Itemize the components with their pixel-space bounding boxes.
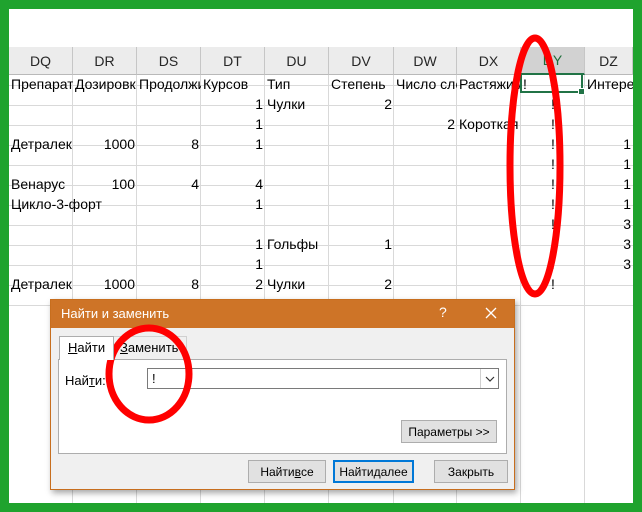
header-cell[interactable]: Степень	[329, 74, 394, 94]
header-cell[interactable]: Курсов	[201, 74, 265, 94]
table-cell[interactable]: 8	[137, 134, 201, 154]
tab-find-label-key: Н	[68, 340, 78, 355]
table-cell[interactable]: Гольфы	[265, 234, 329, 254]
table-cell[interactable]: 1	[201, 234, 265, 254]
fill-handle-icon[interactable]	[578, 88, 585, 95]
column-header-dr[interactable]: DR	[73, 47, 137, 75]
table-cell[interactable]: 2	[329, 94, 394, 114]
table-cell[interactable]: Чулки	[265, 94, 329, 114]
table-cell[interactable]: !	[521, 234, 585, 254]
table-cell[interactable]: !	[521, 254, 585, 274]
find-next-label-pre: Найти	[339, 464, 374, 479]
find-label-pre: Най	[65, 373, 89, 388]
column-header-dz[interactable]: DZ	[585, 47, 633, 75]
table-cell[interactable]: 2	[329, 274, 394, 294]
table-cell[interactable]: !	[521, 94, 585, 114]
find-all-button[interactable]: Найти в се	[248, 460, 326, 483]
find-next-label-key: д	[373, 464, 381, 479]
table-cell[interactable]: 100	[73, 174, 137, 194]
table-cell[interactable]: !	[521, 194, 585, 214]
table-cell[interactable]: Детралек	[9, 274, 73, 294]
column-header-dq[interactable]: DQ	[9, 47, 73, 75]
tab-replace-label-post: аменить	[127, 340, 179, 355]
column-header-dw[interactable]: DW	[394, 47, 457, 75]
tab-find[interactable]: Найти	[59, 336, 115, 360]
table-cell[interactable]: !	[521, 274, 585, 294]
table-cell[interactable]: !	[521, 154, 585, 174]
table-cell[interactable]: 1	[201, 94, 265, 114]
table-cell[interactable]: Короткая	[457, 114, 521, 134]
find-all-label-post: се	[300, 464, 314, 479]
active-cell-selection[interactable]	[520, 73, 585, 95]
find-input[interactable]: !	[147, 368, 499, 389]
table-cell[interactable]: 1000	[73, 274, 137, 294]
tab-find-label-post: айти	[77, 340, 106, 355]
tab-replace[interactable]: Заменить	[111, 336, 188, 358]
header-cell[interactable]: Продолжи	[137, 74, 201, 94]
table-cell[interactable]: 1	[329, 234, 394, 254]
column-header-dx[interactable]: DX	[457, 47, 521, 75]
dialog-title: Найти и заменить	[61, 306, 170, 321]
table-cell[interactable]: 1	[201, 114, 265, 134]
header-cell[interactable]: Растяжим	[457, 74, 521, 94]
table-cell[interactable]: 4	[201, 174, 265, 194]
table-cell[interactable]: Венарус	[9, 174, 73, 194]
table-cell[interactable]: !	[521, 174, 585, 194]
column-header-dy[interactable]: DY	[521, 47, 585, 75]
header-cell[interactable]: Число сло	[394, 74, 457, 94]
table-cell[interactable]: 8	[137, 274, 201, 294]
find-next-button[interactable]: Найти д алее	[333, 460, 414, 483]
table-cell[interactable]: 1	[201, 254, 265, 274]
dialog-title-bar[interactable]: Найти и заменить ?	[51, 300, 514, 328]
tab-replace-label-key: З	[120, 340, 128, 355]
table-cell[interactable]: 1	[201, 194, 265, 214]
dropdown-arrow-icon[interactable]	[480, 369, 498, 388]
table-cell[interactable]: 2	[201, 274, 265, 294]
table-cell[interactable]: Детралек	[9, 134, 73, 154]
find-label: Найти:	[65, 373, 106, 388]
table-cell[interactable]: !	[521, 214, 585, 234]
help-button[interactable]: ?	[439, 304, 447, 320]
options-button[interactable]: Параметры >>	[401, 420, 497, 443]
find-replace-dialog: Найти и заменить ? Найти Заменить Найти:…	[50, 299, 515, 490]
header-cell[interactable]: Тип	[265, 74, 329, 94]
table-cell[interactable]: 3	[585, 254, 633, 274]
table-cell[interactable]: 4	[137, 174, 201, 194]
table-cell[interactable]: Цикло-3-форт	[9, 194, 137, 214]
table-cell[interactable]: Чулки	[265, 274, 329, 294]
table-cell[interactable]: !	[521, 134, 585, 154]
table-cell[interactable]: 1	[585, 134, 633, 154]
column-header-ds[interactable]: DS	[137, 47, 201, 75]
find-label-post: и:	[94, 373, 106, 388]
column-header-dv[interactable]: DV	[329, 47, 394, 75]
close-button[interactable]: Закрыть	[434, 460, 508, 483]
table-cell[interactable]: 3	[585, 214, 633, 234]
column-header-du[interactable]: DU	[265, 47, 329, 75]
column-header-dt[interactable]: DT	[201, 47, 265, 75]
header-cell[interactable]: Дозировк	[73, 74, 137, 94]
table-cell[interactable]: 3	[585, 234, 633, 254]
table-cell[interactable]: 1	[585, 174, 633, 194]
table-cell[interactable]: !	[521, 114, 585, 134]
close-icon[interactable]	[481, 303, 501, 323]
find-input-value: !	[152, 371, 156, 386]
table-cell[interactable]: 2	[394, 114, 457, 134]
table-cell[interactable]: 1	[201, 134, 265, 154]
table-cell[interactable]: 1	[585, 194, 633, 214]
header-cell[interactable]: Препарат	[9, 74, 73, 94]
table-cell[interactable]: 1000	[73, 134, 137, 154]
find-all-label-pre: Найти	[260, 464, 295, 479]
find-next-label-post: алее	[380, 464, 408, 479]
header-cell[interactable]: Интере	[585, 74, 633, 94]
table-cell[interactable]: 1	[585, 154, 633, 174]
